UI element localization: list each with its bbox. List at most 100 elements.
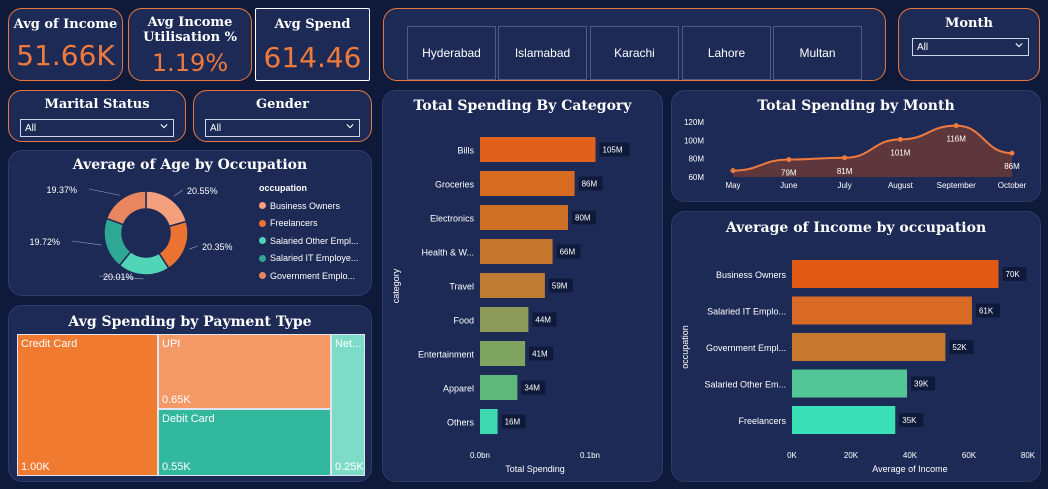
bar[interactable] [480, 375, 518, 400]
treemap-cell-value: 0.25K [335, 461, 364, 473]
legend-label: Freelancers [270, 218, 318, 229]
data-point[interactable] [1009, 150, 1015, 156]
treemap-cell-label: Debit Card [162, 413, 215, 425]
x-tick-label: 20K [844, 451, 859, 460]
chevron-down-icon [1015, 43, 1023, 48]
bar[interactable] [480, 171, 575, 196]
data-label: 16M [505, 418, 521, 427]
legend-title: occupation [259, 183, 308, 193]
kpi-util-value: 1.19% [151, 49, 229, 77]
payment-type-card: Avg Spending by Payment Type Credit Card… [8, 305, 372, 482]
x-tick-label: June [780, 181, 798, 190]
category-label: Freelancers [738, 416, 786, 426]
category-label: Salaried IT Emplo... [707, 307, 786, 317]
x-tick-label: August [888, 181, 914, 190]
occupation-bar-chart: Business Owners 70K Salaried IT Emplo... 61… [680, 260, 1036, 474]
bar[interactable] [480, 273, 545, 298]
city-button-hyderabad[interactable]: Hyderabad [407, 26, 496, 80]
treemap-cell-credit-card[interactable]: Credit Card 1.00K [17, 334, 158, 476]
legend-dot [259, 202, 266, 210]
data-label: 79M [781, 169, 797, 178]
month-area-chart: 120M 100M 80M 60M May 79M June 81M July 101M Augus… [684, 118, 1027, 190]
spending-by-category-card: Total Spending By Category Bills 105M Groc… [382, 90, 663, 482]
legend-label: Salaried IT Employe... [270, 253, 359, 264]
month-dropdown[interactable]: All [912, 38, 1029, 56]
city-button-multan[interactable]: Multan [773, 26, 862, 80]
kpi-avg-income: Avg of Income 51.66K [8, 8, 123, 81]
gender-dropdown[interactable]: All [205, 119, 360, 137]
donut-pct-label: 20.01% [103, 272, 134, 282]
legend-dot [259, 219, 266, 227]
category-label: Health & W... [421, 248, 474, 258]
treemap-cell-upi[interactable]: UPI 0.65K [158, 334, 331, 409]
bar[interactable] [480, 307, 529, 332]
city-button-islamabad[interactable]: Islamabad [498, 26, 587, 80]
data-label: 70K [1006, 270, 1021, 279]
category-label: Business Owners [716, 270, 787, 280]
data-point[interactable] [897, 136, 903, 142]
bar[interactable] [480, 341, 526, 366]
bar[interactable] [480, 205, 568, 230]
legend-label: Government Emplo... [270, 270, 356, 281]
data-label: 59M [552, 282, 568, 291]
data-point[interactable] [786, 157, 792, 163]
category-label: Apparel [443, 384, 474, 394]
y-axis-title: category [391, 268, 401, 303]
category-label: Travel [449, 282, 474, 292]
legend-dot [259, 237, 266, 245]
data-label: 86M [582, 180, 598, 189]
donut-pct-label: 19.37% [46, 185, 77, 195]
data-point[interactable] [730, 168, 736, 174]
city-button-karachi[interactable]: Karachi [590, 26, 679, 80]
category-label: Bills [457, 146, 474, 156]
bar[interactable] [480, 409, 498, 434]
data-label: 61K [979, 307, 994, 316]
chevron-down-icon [346, 124, 354, 129]
legend-item[interactable]: Freelancers [259, 215, 371, 233]
data-label: 86M [1004, 162, 1020, 171]
category-bar-chart: Bills 105M Groceries 86M Electronics 80M Healt… [391, 137, 630, 474]
bar[interactable] [792, 369, 908, 398]
month-dropdown-value: All [917, 42, 929, 53]
treemap-cell-value: 1.00K [21, 461, 50, 473]
treemap-cell-label: Net... [335, 338, 362, 350]
donut-leader-line [71, 240, 102, 246]
donut-slice[interactable] [145, 190, 188, 228]
donut-slice[interactable] [105, 190, 147, 226]
donut-leader-line [88, 188, 120, 196]
x-tick-label: July [837, 181, 851, 190]
legend-dot [259, 254, 266, 262]
kpi-spend-label: Avg Spend [274, 17, 351, 32]
bar[interactable] [792, 406, 896, 434]
bar[interactable] [480, 239, 553, 264]
category-label: Salaried Other Em... [704, 380, 786, 390]
donut-leader-line [188, 245, 199, 250]
donut-leader-line [173, 189, 184, 197]
x-axis-title: Total Spending [505, 464, 565, 474]
age-by-occupation-card: Average of Age by Occupation 20.55% 20.35… [8, 150, 372, 296]
data-point[interactable] [842, 155, 848, 161]
donut-legend: occupation Business Owners Freelancers Sal… [259, 183, 371, 285]
data-label: 80M [575, 214, 591, 223]
legend-item[interactable]: Salaried Other Empl... [259, 232, 371, 250]
data-label: 34M [524, 384, 540, 393]
treemap-cell-debit-card[interactable]: Debit Card 0.55K [158, 409, 331, 476]
bar[interactable] [792, 333, 946, 361]
treemap-cell-net-banking[interactable]: Net... 0.25K [331, 334, 365, 476]
bar[interactable] [792, 296, 972, 325]
legend-item[interactable]: Salaried IT Employe... [259, 250, 371, 268]
x-tick-label: September [937, 181, 976, 190]
bar[interactable] [792, 260, 999, 288]
payment-type-title: Avg Spending by Payment Type [68, 314, 312, 330]
city-button-lahore[interactable]: Lahore [682, 26, 771, 80]
legend-item[interactable]: Government Emplo... [259, 267, 371, 285]
kpi-spend-value: 614.46 [263, 41, 362, 74]
data-point[interactable] [953, 123, 959, 129]
data-label: 105M [603, 146, 623, 155]
x-tick-label: 60K [962, 451, 977, 460]
legend-item[interactable]: Business Owners [259, 197, 371, 215]
bar[interactable] [480, 137, 596, 162]
kpi-income-label: Avg of Income [13, 17, 118, 32]
income-by-occupation-card: Average of Income by occupation Business… [671, 211, 1041, 482]
marital-dropdown[interactable]: All [20, 119, 174, 137]
